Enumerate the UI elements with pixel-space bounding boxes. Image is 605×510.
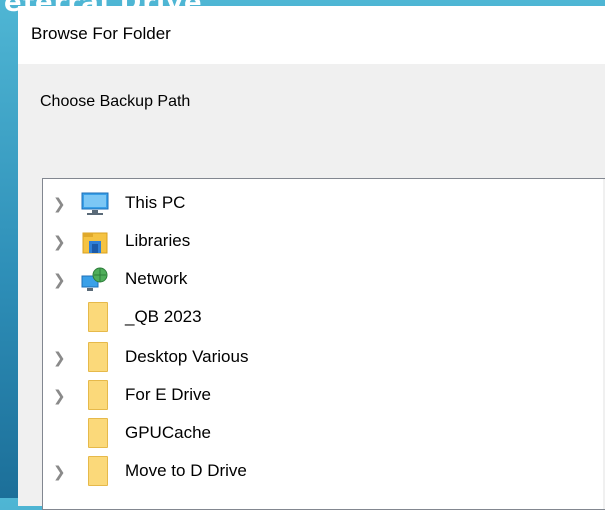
- tree-item-for-e-drive[interactable]: ❯ For E Drive: [43, 377, 583, 415]
- tree-item-label: _QB 2023: [125, 307, 202, 326]
- tree-item-label: For E Drive: [125, 385, 211, 404]
- tree-item-label: Network: [125, 269, 188, 288]
- dialog-prompt: Choose Backup Path: [40, 93, 191, 110]
- tree-item-label: Libraries: [125, 231, 191, 250]
- tree-item-desktop-various[interactable]: ❯ Desktop Various: [43, 339, 583, 377]
- tree-item-label: GPUCache: [125, 423, 211, 442]
- tree-item-this-pc[interactable]: ❯ This PC: [43, 185, 583, 223]
- tree-item-label: Desktop Various: [125, 347, 249, 366]
- folder-icon: [88, 418, 108, 448]
- network-icon: [81, 267, 109, 293]
- title-bar[interactable]: Browse For Folder: [18, 6, 605, 64]
- folder-icon: [88, 342, 108, 372]
- tree-item-network[interactable]: ❯ Network: [43, 261, 583, 299]
- dialog-title: Browse For Folder: [31, 24, 171, 43]
- libraries-icon: [81, 229, 109, 255]
- folder-icon: [88, 380, 108, 410]
- tree-item-label: Move to D Drive: [125, 461, 247, 480]
- folder-tree[interactable]: ❯ This PC ❯ Libraries ❯ Network _QB 2023…: [42, 178, 605, 510]
- folder-icon: [88, 302, 108, 332]
- chevron-right-icon[interactable]: ❯: [53, 272, 69, 288]
- tree-item-libraries[interactable]: ❯ Libraries: [43, 223, 583, 261]
- chevron-right-icon[interactable]: ❯: [53, 350, 69, 366]
- chevron-right-icon[interactable]: ❯: [53, 464, 69, 480]
- browse-for-folder-dialog: Browse For Folder Choose Backup Path ❯ T…: [18, 6, 605, 510]
- computer-icon: [81, 191, 109, 217]
- chevron-right-icon[interactable]: ❯: [53, 196, 69, 212]
- tree-item-gpucache[interactable]: GPUCache: [43, 415, 583, 453]
- chevron-right-icon[interactable]: ❯: [53, 388, 69, 404]
- tree-item-qb-2023[interactable]: _QB 2023: [43, 299, 583, 337]
- chevron-right-icon[interactable]: ❯: [53, 234, 69, 250]
- folder-icon: [88, 456, 108, 486]
- tree-item-move-to-d-drive[interactable]: ❯ Move to D Drive: [43, 453, 583, 491]
- tree-item-label: This PC: [125, 193, 186, 212]
